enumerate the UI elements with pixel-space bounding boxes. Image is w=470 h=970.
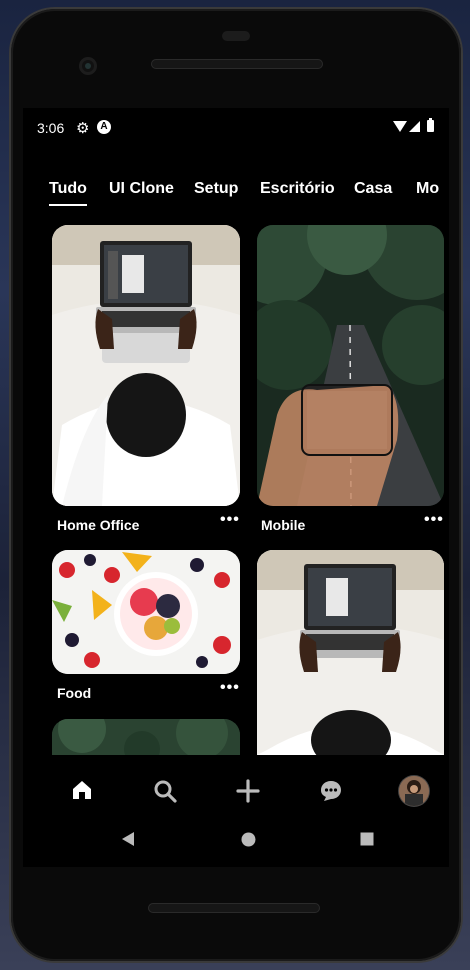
wifi-icon xyxy=(393,121,407,132)
tab-setup[interactable]: Setup xyxy=(194,180,238,198)
app-screen: 3:06 ⚙ A Tudo UI Clone Setup Escritório … xyxy=(23,108,449,867)
phone-frame: 3:06 ⚙ A Tudo UI Clone Setup Escritório … xyxy=(11,9,461,961)
pin-more-button-home-office[interactable]: ••• xyxy=(220,511,240,529)
pin-more-button-food[interactable]: ••• xyxy=(220,679,240,697)
home-office-photo xyxy=(52,225,240,506)
tab-escritorio[interactable]: Escritório xyxy=(260,180,335,198)
home-icon[interactable] xyxy=(71,779,93,801)
system-recents-icon[interactable] xyxy=(360,832,374,846)
bottom-speaker-grille xyxy=(148,903,320,913)
system-home-icon[interactable] xyxy=(241,832,256,847)
mobile-photo xyxy=(257,225,444,506)
system-back-icon[interactable] xyxy=(121,831,135,847)
settings-gear-icon: ⚙ xyxy=(76,120,90,137)
speaker-grille xyxy=(151,59,323,69)
chat-icon[interactable] xyxy=(319,779,343,803)
workspace-photo xyxy=(257,550,444,755)
food-photo xyxy=(52,550,240,674)
battery-icon xyxy=(427,118,434,132)
pin-more-button-mobile[interactable]: ••• xyxy=(424,511,444,529)
pin-title-home-office: Home Office xyxy=(57,517,140,533)
tab-casa[interactable]: Casa xyxy=(354,180,392,198)
tab-tudo[interactable]: Tudo xyxy=(49,180,87,206)
signal-icon xyxy=(409,121,420,132)
add-icon[interactable] xyxy=(236,779,260,803)
pin-image-forest[interactable] xyxy=(52,719,240,755)
category-tabs: Tudo UI Clone Setup Escritório Casa Mo xyxy=(23,170,449,206)
bottom-navigation xyxy=(23,755,449,867)
pin-image-home-office[interactable] xyxy=(52,225,240,506)
pin-title-mobile: Mobile xyxy=(261,517,306,533)
accessibility-a-icon: A xyxy=(97,120,111,134)
pin-title-food: Food xyxy=(57,685,92,701)
profile-avatar[interactable] xyxy=(399,776,429,806)
forest-photo xyxy=(52,719,240,755)
pin-image-workspace[interactable] xyxy=(257,550,444,755)
pin-image-mobile[interactable] xyxy=(257,225,444,506)
tab-more[interactable]: Mo xyxy=(416,180,439,198)
status-time: 3:06 xyxy=(37,120,65,136)
avatar-photo xyxy=(399,776,429,806)
search-icon[interactable] xyxy=(153,779,177,803)
earpiece xyxy=(222,31,250,41)
pin-image-food[interactable] xyxy=(52,550,240,674)
tab-ui-clone[interactable]: UI Clone xyxy=(109,180,174,198)
front-camera xyxy=(79,57,97,75)
status-bar: 3:06 ⚙ A xyxy=(23,118,449,140)
